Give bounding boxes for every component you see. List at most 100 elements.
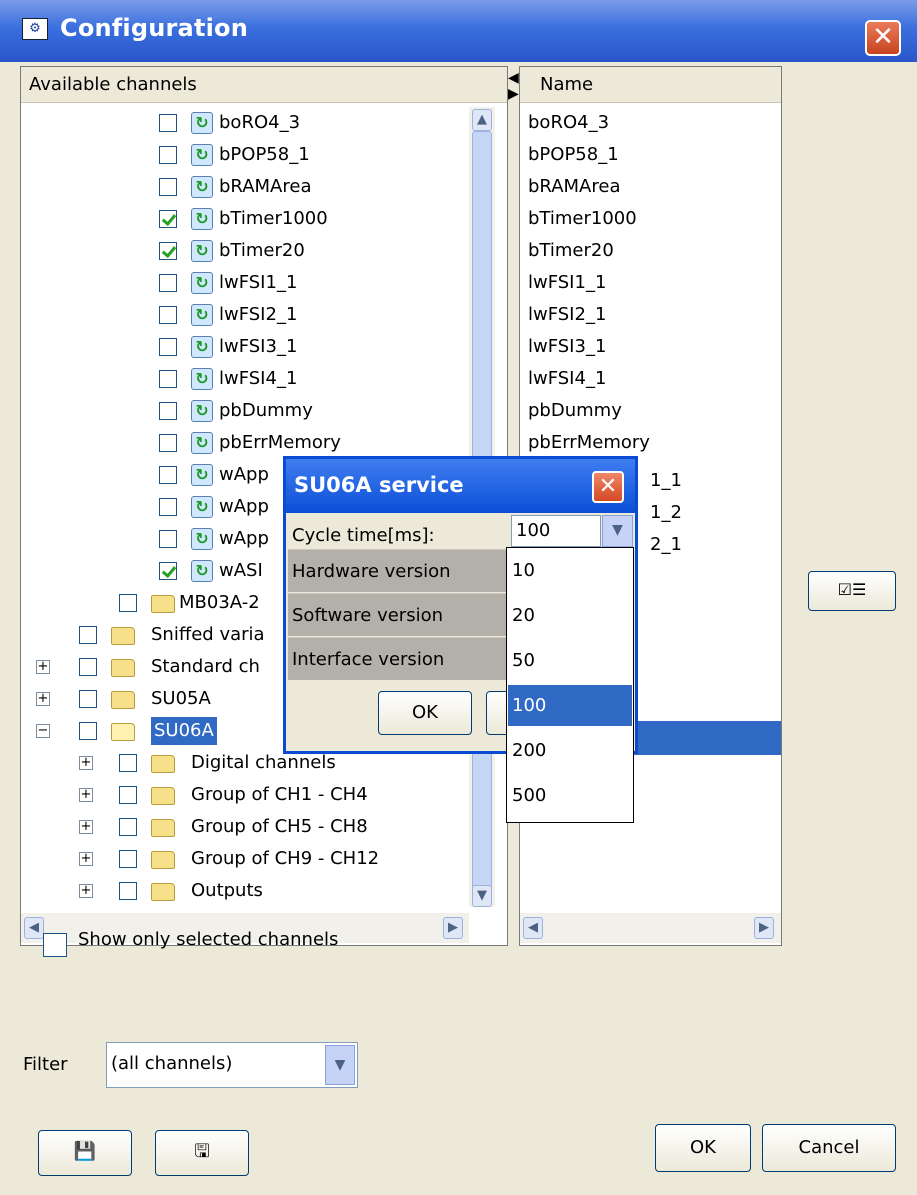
filter-select[interactable]: (all channels) ▼ <box>106 1042 358 1088</box>
selected-channel-item[interactable]: lwFSI2_1 <box>528 299 606 331</box>
dropdown-option[interactable]: 100 <box>508 685 632 726</box>
dropdown-option[interactable]: 10 <box>508 550 632 591</box>
group-checkbox[interactable] <box>119 850 137 868</box>
selected-channel-item[interactable]: lwFSI4_1 <box>528 363 606 395</box>
channel-label: bTimer1000 <box>219 208 328 229</box>
selected-channel-item[interactable]: lwFSI1_1 <box>528 267 606 299</box>
channel-checkbox[interactable] <box>159 434 177 452</box>
tree-row-variable[interactable]: ↻ lwFSI2_1 <box>21 299 461 331</box>
dialog-close-button[interactable]: ✕ <box>592 471 624 503</box>
tree-row-group[interactable]: + Group of CH5 - CH8 <box>21 811 461 843</box>
dropdown-option[interactable]: 50 <box>508 640 632 681</box>
channel-checkbox[interactable] <box>159 114 177 132</box>
dialog-ok-button[interactable]: OK <box>378 691 472 735</box>
scroll-right-icon[interactable]: ▶ <box>443 917 463 939</box>
selected-channel-item[interactable]: bTimer20 <box>528 235 614 267</box>
channel-checkbox[interactable] <box>159 530 177 548</box>
tree-row-variable[interactable]: ↻ lwFSI4_1 <box>21 363 461 395</box>
group-checkbox[interactable] <box>119 882 137 900</box>
folder-checkbox[interactable] <box>119 594 137 612</box>
scroll-left-icon[interactable]: ◀ <box>24 917 44 939</box>
tree-row-group[interactable]: + Group of CH1 - CH4 <box>21 779 461 811</box>
tree-row-variable[interactable]: ↻ boRO4_3 <box>21 107 461 139</box>
channel-checkbox[interactable] <box>159 338 177 356</box>
expand-icon[interactable]: + <box>79 820 93 834</box>
selected-channel-item[interactable]: pbDummy <box>528 395 622 427</box>
cancel-button[interactable]: Cancel <box>762 1124 896 1172</box>
name-column-header[interactable]: Name <box>520 67 781 103</box>
select-all-button[interactable]: ☑☰ <box>808 571 896 611</box>
channel-variable-icon: ↻ <box>191 432 213 454</box>
folder-label: Standard ch <box>151 656 260 677</box>
channel-checkbox[interactable] <box>159 370 177 388</box>
channel-checkbox[interactable] <box>159 562 177 580</box>
tree-row-variable[interactable]: ↻ lwFSI1_1 <box>21 267 461 299</box>
close-button[interactable]: ✕ <box>865 20 901 56</box>
group-checkbox[interactable] <box>119 818 137 836</box>
selected-channel-item[interactable]: 1_1 <box>650 465 682 497</box>
folder-checkbox[interactable] <box>79 690 97 708</box>
folder-checkbox[interactable] <box>79 658 97 676</box>
splitter-arrows[interactable]: ◀ ▶ <box>508 70 519 102</box>
tree-row-variable[interactable]: ↻ bTimer20 <box>21 235 461 267</box>
selected-channel-item[interactable]: bTimer1000 <box>528 203 637 235</box>
window-title: Configuration <box>60 14 249 42</box>
channel-checkbox[interactable] <box>159 242 177 260</box>
save-as-button[interactable]: 🖫 <box>155 1130 249 1176</box>
channel-checkbox[interactable] <box>159 402 177 420</box>
channel-label: wApp <box>219 464 269 485</box>
scroll-right-icon[interactable]: ▶ <box>754 917 774 939</box>
selected-channel-item[interactable]: bRAMArea <box>528 171 620 203</box>
scroll-down-icon[interactable]: ▼ <box>472 885 492 907</box>
scroll-up-icon[interactable]: ▲ <box>472 109 492 131</box>
tree-row-variable[interactable]: ↻ bRAMArea <box>21 171 461 203</box>
expand-icon[interactable]: + <box>36 692 50 706</box>
expand-icon[interactable]: + <box>79 884 93 898</box>
tree-row-variable[interactable]: ↻ pbErrMemory <box>21 427 461 459</box>
channel-checkbox[interactable] <box>159 306 177 324</box>
tree-row-variable[interactable]: ↻ lwFSI3_1 <box>21 331 461 363</box>
folder-checkbox[interactable] <box>79 626 97 644</box>
tree-row-variable[interactable]: ↻ bPOP58_1 <box>21 139 461 171</box>
chevron-down-icon[interactable]: ▼ <box>325 1045 355 1085</box>
show-selected-checkbox[interactable] <box>43 933 67 957</box>
collapse-icon[interactable]: − <box>36 724 50 738</box>
selected-channel-item[interactable]: boRO4_3 <box>528 107 609 139</box>
selected-channel-item[interactable]: bPOP58_1 <box>528 139 619 171</box>
expand-icon[interactable]: + <box>79 788 93 802</box>
channel-label: boRO4_3 <box>219 112 301 133</box>
dropdown-option[interactable]: 500 <box>508 775 632 816</box>
cycle-time-input[interactable]: 100 <box>511 515 601 547</box>
selected-channel-item[interactable]: 1_2 <box>650 497 682 529</box>
channel-checkbox[interactable] <box>159 498 177 516</box>
channel-checkbox[interactable] <box>159 178 177 196</box>
folder-label: MB03A-2 <box>179 592 260 613</box>
save-button[interactable]: 💾 <box>38 1130 132 1176</box>
channel-checkbox[interactable] <box>159 466 177 484</box>
channel-checkbox[interactable] <box>159 146 177 164</box>
cycle-time-dropdown-button[interactable]: ▼ <box>602 515 633 547</box>
folder-checkbox[interactable] <box>79 722 97 740</box>
expand-icon[interactable]: + <box>79 756 93 770</box>
list-horizontal-scrollbar[interactable]: ◀ ▶ <box>520 913 781 943</box>
tree-row-variable[interactable]: ↻ pbDummy <box>21 395 461 427</box>
channel-checkbox[interactable] <box>159 210 177 228</box>
selected-channel-item[interactable]: 2_1 <box>650 529 682 561</box>
dropdown-option[interactable]: 20 <box>508 595 632 636</box>
selected-channel-item[interactable]: pbErrMemory <box>528 427 650 459</box>
ok-button[interactable]: OK <box>655 1124 751 1172</box>
channel-checkbox[interactable] <box>159 274 177 292</box>
expand-icon[interactable]: + <box>79 852 93 866</box>
scroll-left-icon[interactable]: ◀ <box>523 917 543 939</box>
expand-icon[interactable]: + <box>36 660 50 674</box>
group-checkbox[interactable] <box>119 786 137 804</box>
show-selected-label: Show only selected channels <box>78 929 339 950</box>
tree-row-group[interactable]: + Group of CH9 - CH12 <box>21 843 461 875</box>
tree-row-group[interactable]: + Outputs <box>21 875 461 907</box>
filter-label: Filter <box>23 1054 68 1075</box>
channel-label: bPOP58_1 <box>219 144 310 165</box>
dropdown-option[interactable]: 200 <box>508 730 632 771</box>
selected-channel-item[interactable]: lwFSI3_1 <box>528 331 606 363</box>
group-checkbox[interactable] <box>119 754 137 772</box>
tree-row-variable[interactable]: ↻ bTimer1000 <box>21 203 461 235</box>
